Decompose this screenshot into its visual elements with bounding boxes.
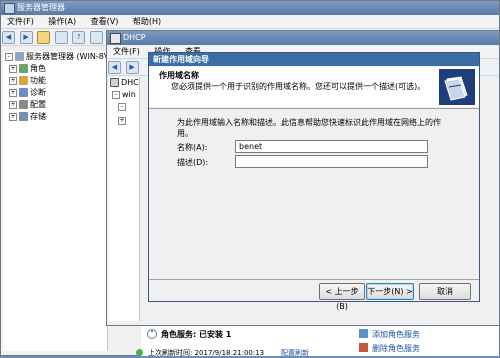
menu-view[interactable]: 查看(V) (91, 17, 119, 26)
dhcp-icon (110, 78, 119, 87)
tree-item-dhcp[interactable]: DHCP (109, 77, 139, 89)
wizard-footer-divider (149, 279, 479, 280)
back-button[interactable]: < 上一步(B) (319, 283, 365, 311)
server-icon (15, 52, 24, 61)
storage-icon (19, 112, 28, 121)
wizard-title: 新建作用域向导 (153, 55, 209, 64)
forward-arrow-icon[interactable]: ▶ (19, 31, 33, 44)
wizard-header: 作用域名称 您必须提供一个用于识别的作用域名称。您还可以提供一个描述(可选)。 (149, 67, 479, 107)
server-manager-app-icon (4, 3, 15, 14)
collapse-icon[interactable]: - (118, 102, 126, 111)
collapse-icon[interactable]: - (112, 90, 120, 99)
dhcp-titlebar[interactable]: DHCP (107, 31, 499, 45)
tree-item-diagnostics[interactable]: + 诊断 (3, 87, 107, 99)
tree-item-ipv6[interactable]: + (109, 115, 139, 127)
expand-icon[interactable]: + (9, 100, 17, 109)
expand-icon[interactable]: + (9, 64, 17, 73)
remove-role-services-link[interactable]: 删除角色服务 (372, 343, 420, 354)
diagnostics-icon (19, 88, 28, 97)
back-arrow-icon[interactable]: ◀ (2, 31, 15, 44)
tree-item-roles[interactable]: + 角色 (3, 63, 107, 75)
expand-icon[interactable]: + (118, 116, 126, 125)
menu-help[interactable]: 帮助(H) (133, 17, 161, 26)
expand-icon[interactable]: + (9, 76, 17, 85)
properties-icon[interactable] (89, 31, 103, 44)
server-manager-menubar: 文件(F) 操作(A) 查看(V) 帮助(H) (1, 15, 499, 29)
tree-item-dhcp-server[interactable]: - win (109, 89, 139, 101)
name-label: 名称(A): (177, 143, 208, 152)
configuration-icon (19, 100, 28, 109)
menu-file[interactable]: 文件(F) (7, 17, 34, 26)
refresh-icon (136, 349, 143, 356)
wizard-folder-icon (439, 69, 475, 105)
name-input[interactable]: benet (235, 140, 428, 153)
features-icon (19, 76, 28, 85)
dhcp-tree: DHCP -win - + (109, 77, 140, 321)
add-role-services-icon (359, 329, 368, 338)
wizard-titlebar[interactable]: 新建作用域向导 (149, 53, 479, 66)
dhcp-forward-arrow-icon[interactable]: ▶ (125, 61, 139, 74)
console-tree-icon[interactable] (54, 31, 68, 44)
dhcp-menu-file[interactable]: 文件(F) (113, 47, 140, 56)
last-refresh-text: 上次刷新时间: 2017/9/18 21:00:13 (148, 349, 265, 357)
dhcp-app-icon (110, 33, 121, 44)
add-role-services-link[interactable]: 添加角色服务 (372, 329, 420, 340)
cancel-button[interactable]: 取消 (419, 283, 471, 300)
wizard-instruction: 为此作用域输入名称和描述。此信息帮助您快速标识此作用域在网络上的作用。 (177, 118, 441, 138)
server-manager-titlebar[interactable]: 服务器管理器 (1, 1, 499, 15)
up-folder-icon[interactable] (37, 31, 51, 44)
tree-item-storage[interactable]: + 存储 (3, 111, 107, 123)
collapse-icon[interactable]: - (5, 52, 13, 61)
dhcp-back-arrow-icon[interactable]: ◀ (108, 61, 121, 74)
role-services-label: 角色服务: 已安装 1 (161, 330, 232, 339)
wizard-heading: 作用域名称 (159, 71, 199, 80)
server-manager-title: 服务器管理器 (17, 3, 65, 12)
tree-item-server-manager[interactable]: - 服务器管理器 (WIN-8VIS (3, 51, 117, 63)
description-label: 描述(D): (177, 158, 209, 167)
server-manager-tree: - 服务器管理器 (WIN-8VIS + 角色 + 功能 + 诊断 + 配置 + 存储 (3, 51, 117, 351)
dhcp-title: DHCP (123, 33, 146, 42)
wizard-header-divider (149, 108, 479, 109)
expand-icon[interactable]: + (9, 112, 17, 121)
description-input[interactable] (235, 155, 428, 168)
tree-item-features[interactable]: + 功能 (3, 75, 107, 87)
wizard-subheading: 您必须提供一个用于识别的作用域名称。您还可以提供一个描述(可选)。 (171, 82, 426, 91)
remove-role-services-icon (359, 343, 368, 352)
expand-icon[interactable]: + (9, 88, 17, 97)
menu-action[interactable]: 操作(A) (48, 17, 76, 26)
tree-item-configuration[interactable]: + 配置 (3, 99, 107, 111)
section-collapse-icon[interactable]: ⌃ (147, 329, 157, 339)
new-scope-wizard: 新建作用域向导 作用域名称 您必须提供一个用于识别的作用域名称。您还可以提供一个… (148, 52, 480, 311)
roles-icon (19, 64, 28, 73)
configure-refresh-link[interactable]: 配置刷新 (281, 348, 309, 358)
next-button[interactable]: 下一步(N) > (366, 283, 414, 300)
help-icon[interactable]: ? (72, 31, 86, 44)
tree-item-ipv4[interactable]: - (109, 101, 139, 113)
